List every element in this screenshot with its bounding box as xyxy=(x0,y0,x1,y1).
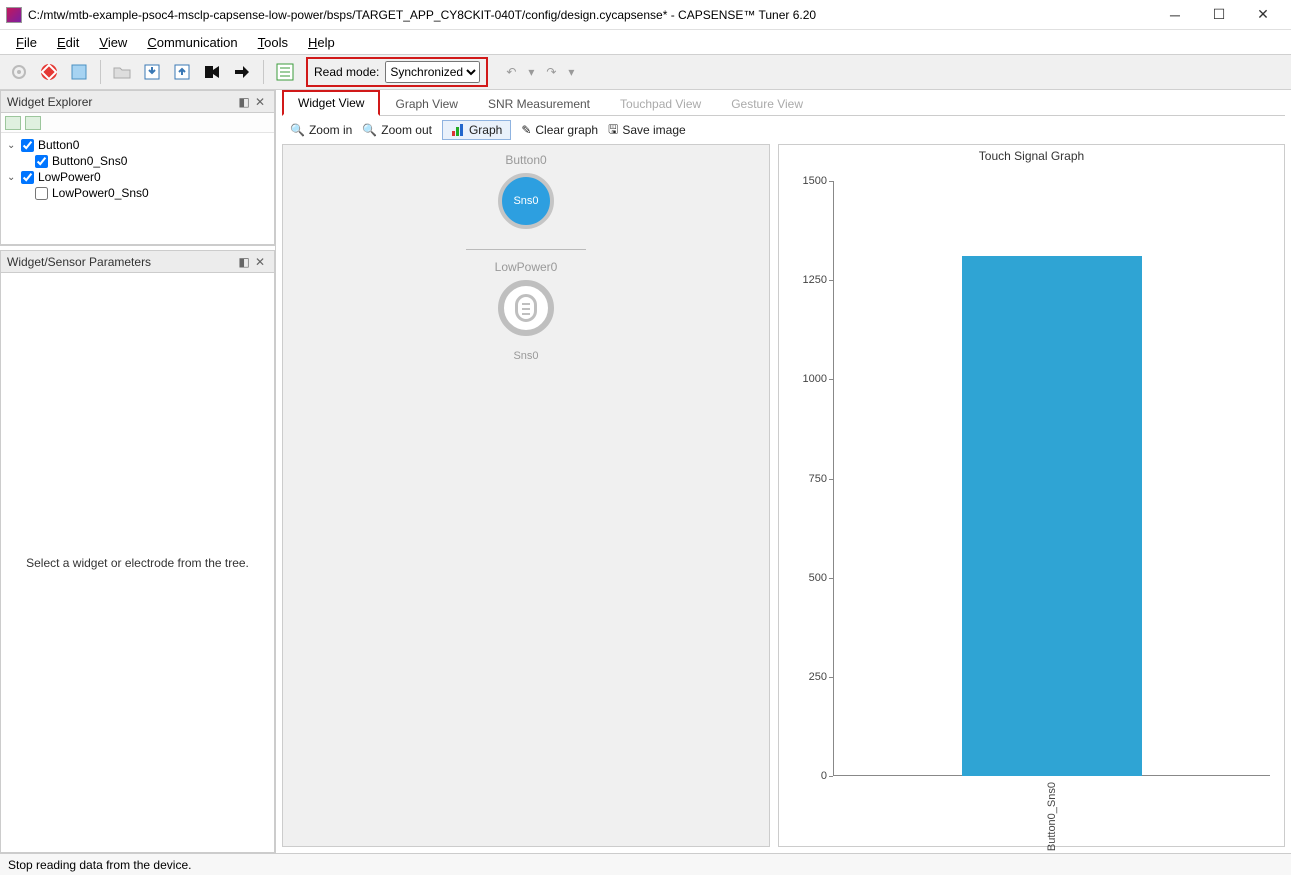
widget1-sensor-label: Sns0 xyxy=(513,350,538,362)
tree-check-button0-sns0[interactable] xyxy=(35,155,48,168)
toolbar: Read mode: Synchronized ↶ ▾ ↷ ▾ xyxy=(0,54,1291,90)
bar xyxy=(962,256,1142,776)
arrow-out-icon[interactable] xyxy=(229,59,255,85)
lowpower0-sensor[interactable] xyxy=(498,280,554,336)
zoom-out-icon: 🔍 xyxy=(362,123,377,137)
status-text: Stop reading data from the device. xyxy=(8,858,191,872)
open-icon[interactable] xyxy=(109,59,135,85)
window-icon[interactable] xyxy=(66,59,92,85)
plot-area: 0250500750100012501500Button0_Sns0 xyxy=(833,181,1270,776)
widget-explorer-title: Widget Explorer xyxy=(7,95,92,109)
divider xyxy=(466,249,586,250)
close-panel-icon[interactable]: ✕ xyxy=(252,255,268,269)
menu-view[interactable]: View xyxy=(91,33,135,52)
tree-check-button0[interactable] xyxy=(21,139,34,152)
read-mode-group: Read mode: Synchronized xyxy=(306,57,488,87)
y-tick: 500 xyxy=(787,572,827,584)
y-tick: 0 xyxy=(787,770,827,782)
zoom-in-icon: 🔍 xyxy=(290,123,305,137)
menu-bar: File Edit View Communication Tools Help xyxy=(0,30,1291,54)
disconnect-icon[interactable] xyxy=(36,59,62,85)
tree-item-button0[interactable]: Button0 xyxy=(38,138,79,152)
widget0-label: Button0 xyxy=(505,153,546,167)
params-placeholder: Select a widget or electrode from the tr… xyxy=(1,273,274,852)
y-tick: 250 xyxy=(787,671,827,683)
save-icon: 🖫 xyxy=(608,120,618,141)
y-tick: 1250 xyxy=(787,274,827,286)
y-tick: 1000 xyxy=(787,373,827,385)
chart-icon xyxy=(451,123,465,137)
redo-icon[interactable]: ↷ xyxy=(538,59,564,85)
graph-title: Touch Signal Graph xyxy=(779,145,1284,163)
read-mode-select[interactable]: Synchronized xyxy=(385,61,480,83)
y-tick: 750 xyxy=(787,473,827,485)
view-subtoolbar: 🔍Zoom in 🔍Zoom out Graph ✎Clear graph 🖫S… xyxy=(282,116,1285,144)
widget1-label: LowPower0 xyxy=(495,260,558,274)
gear-icon[interactable] xyxy=(6,59,32,85)
tree-check-lowpower0[interactable] xyxy=(21,171,34,184)
expand-all-icon[interactable] xyxy=(5,116,21,130)
import-icon[interactable] xyxy=(139,59,165,85)
maximize-button[interactable]: ☐ xyxy=(1197,1,1241,29)
separator xyxy=(263,60,264,84)
menu-edit[interactable]: Edit xyxy=(49,33,87,52)
menu-help[interactable]: Help xyxy=(300,33,343,52)
tab-graph-view[interactable]: Graph View xyxy=(380,92,472,115)
tree-item-button0-sns0[interactable]: Button0_Sns0 xyxy=(52,154,127,168)
window-title: C:/mtw/mtb-example-psoc4-msclp-capsense-… xyxy=(28,8,1153,22)
zoom-out-button[interactable]: 🔍Zoom out xyxy=(362,123,432,137)
zoom-in-button[interactable]: 🔍Zoom in xyxy=(290,123,352,137)
title-bar: C:/mtw/mtb-example-psoc4-msclp-capsense-… xyxy=(0,0,1291,30)
y-tick: 1500 xyxy=(787,175,827,187)
arrow-in-icon[interactable] xyxy=(199,59,225,85)
tab-gesture-view: Gesture View xyxy=(716,92,818,115)
tab-snr-measurement[interactable]: SNR Measurement xyxy=(473,92,605,115)
app-icon xyxy=(6,7,22,23)
menu-tools[interactable]: Tools xyxy=(250,33,296,52)
tree-check-lowpower0-sns0[interactable] xyxy=(35,187,48,200)
params-title: Widget/Sensor Parameters xyxy=(7,255,151,269)
close-panel-icon[interactable]: ✕ xyxy=(252,95,268,109)
status-bar: Stop reading data from the device. xyxy=(0,853,1291,875)
close-button[interactable]: ✕ xyxy=(1241,1,1285,29)
tab-touchpad-view: Touchpad View xyxy=(605,92,716,115)
clear-graph-button[interactable]: ✎Clear graph xyxy=(521,123,598,137)
widget-canvas: Button0 Sns0 LowPower0 Sns0 xyxy=(282,144,770,847)
save-image-button[interactable]: 🖫Save image xyxy=(608,120,686,141)
undock-icon[interactable]: ◧ xyxy=(236,95,252,109)
collapse-all-icon[interactable] xyxy=(25,116,41,130)
tab-widget-view[interactable]: Widget View xyxy=(282,90,380,116)
widget-explorer-panel: Widget Explorer ◧ ✕ ⌄Button0 Button0_Sns… xyxy=(0,90,275,246)
read-mode-label: Read mode: xyxy=(314,65,379,79)
eraser-icon: ✎ xyxy=(521,123,531,137)
tree-item-lowpower0[interactable]: LowPower0 xyxy=(38,170,101,184)
x-label: Button0_Sns0 xyxy=(1046,782,1058,851)
tree-item-lowpower0-sns0[interactable]: LowPower0_Sns0 xyxy=(52,186,149,200)
widget-tree[interactable]: ⌄Button0 Button0_Sns0 ⌄LowPower0 LowPowe… xyxy=(1,133,274,245)
undo-icon[interactable]: ↶ xyxy=(498,59,524,85)
log-icon[interactable] xyxy=(272,59,298,85)
button0-sensor[interactable]: Sns0 xyxy=(498,173,554,229)
minimize-button[interactable]: ─ xyxy=(1153,1,1197,29)
menu-file[interactable]: File xyxy=(8,33,45,52)
menu-communication[interactable]: Communication xyxy=(139,33,245,52)
tree-toolbar xyxy=(1,113,274,133)
undock-icon[interactable]: ◧ xyxy=(236,255,252,269)
export-icon[interactable] xyxy=(169,59,195,85)
graph-button[interactable]: Graph xyxy=(442,120,511,140)
touch-signal-graph: Touch Signal Graph 025050075010001250150… xyxy=(778,144,1285,847)
view-tabs: Widget View Graph View SNR Measurement T… xyxy=(282,92,1285,116)
separator xyxy=(100,60,101,84)
battery-icon xyxy=(515,294,537,322)
